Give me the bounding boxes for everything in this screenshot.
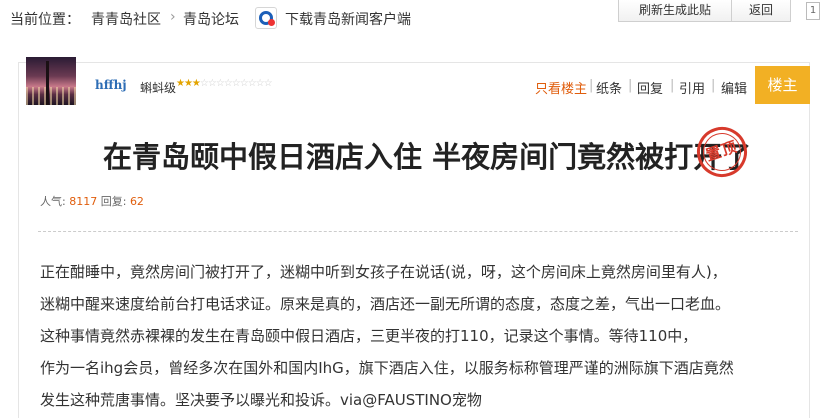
side-badge[interactable]: 1 [806,2,820,20]
post-title: 在青岛颐中假日酒店入住 半夜房间门竟然被打开了 [103,140,752,174]
divider [38,231,798,232]
action-separator: | [670,78,675,93]
app-icon[interactable] [255,7,277,29]
body-line: 迷糊中醒来速度给前台打电话求证。原来是真的，酒店还一副无所谓的态度，态度之差，气… [40,295,731,313]
note-link[interactable]: 纸条 [596,78,622,97]
replies-label: 回复: [100,195,127,208]
only-op-link[interactable]: 只看楼主 [535,78,587,97]
floor-badge: 楼主 [755,66,810,104]
body-line: 发生这种荒唐事情。坚决要予以曝光和投诉。via@FAUSTINO宠物 [40,391,482,409]
avatar[interactable] [26,57,76,105]
reply-link[interactable]: 回复 [637,78,663,97]
breadcrumb-item-forum[interactable]: 青岛论坛 [183,9,239,29]
action-separator: | [628,78,633,93]
star-off-icons: ☆☆☆☆☆☆☆☆☆ [199,78,273,89]
post-stats: 人气: 8117 回复: 62 [40,193,144,209]
author-rank: 蝌蚪级 [140,81,177,95]
replies-count: 62 [129,195,144,208]
top-bar: 当前位置： 青青岛社区 › 青岛论坛 下载青岛新闻客户端 刷新生成此贴 返回 1 [0,0,828,40]
breadcrumb-prefix: 当前位置： [10,12,80,28]
views-count: 8117 [69,195,98,208]
breadcrumb-separator: › [170,9,176,25]
action-separator: | [711,78,716,93]
body-line: 这种事情竟然赤裸裸的发生在青岛颐中假日酒店，三更半夜的打110，记录这个事情。等… [40,327,698,345]
action-separator: | [589,78,594,93]
views-label: 人气: [40,195,66,208]
rank-stars: ★★★☆☆☆☆☆☆☆☆☆ [176,78,273,89]
quote-link[interactable]: 引用 [679,78,705,97]
back-button[interactable]: 返回 [731,0,791,22]
edit-link[interactable]: 编辑 [721,78,747,97]
body-line: 作为一名ihg会员，曾经多次在国外和国内IhG，旗下酒店入住，以服务标称管理严谨… [40,359,734,377]
download-app-link[interactable]: 下载青岛新闻客户端 [285,9,411,29]
body-line: 正在酣睡中，竟然房间门被打开了，迷糊中听到女孩子在说话(说，呀，这个房间床上竟然… [40,263,727,281]
refresh-post-button[interactable]: 刷新生成此贴 [618,0,732,22]
star-on-icons: ★★★ [176,78,201,89]
breadcrumb-item-community[interactable]: 青青岛社区 [91,9,161,29]
author-name[interactable]: hffhj [95,78,127,92]
